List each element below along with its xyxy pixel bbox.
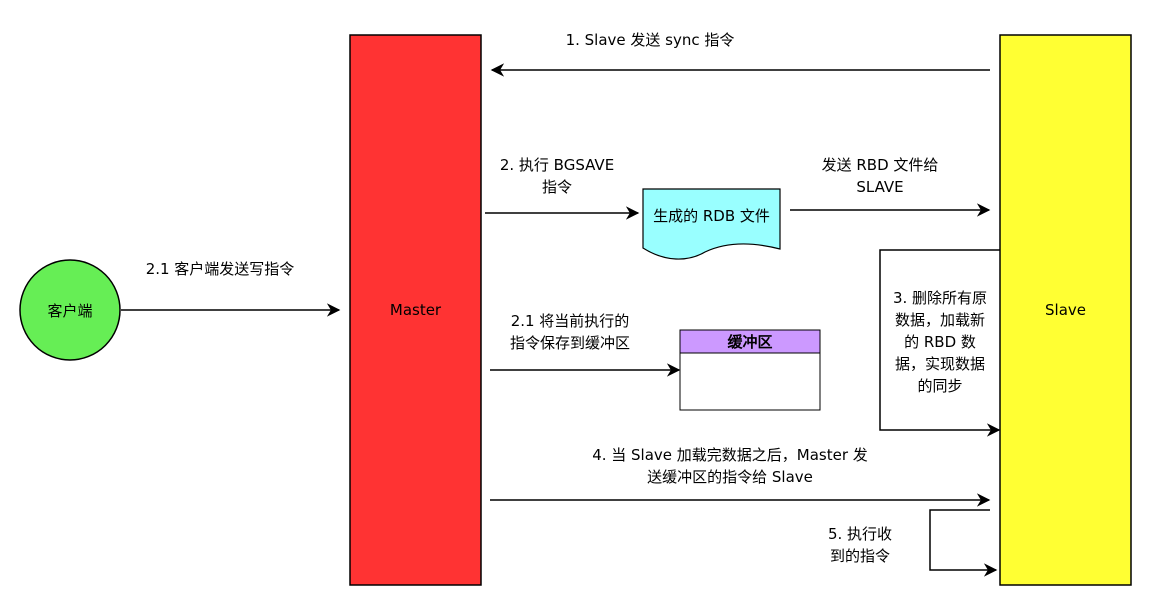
client-label: 客户端 — [47, 301, 93, 320]
buffer-label: 缓冲区 — [727, 333, 773, 351]
sync-label: 1. Slave 发送 sync 指令 — [565, 31, 735, 49]
save-buffer-label: 2.1 将当前执行的 指令保存到缓冲区 — [509, 312, 630, 352]
send-buffer-label: 4. 当 Slave 加载完数据之后，Master 发送缓冲区的指令给 Slav… — [592, 446, 868, 486]
exec-recv-label: 5. 执行收 到的指令 — [827, 525, 893, 565]
bgsave-label: 2. 执行 BGSAVE 指令 — [499, 156, 615, 196]
rdb-file-label: 生成的 RDB 文件 — [653, 206, 770, 225]
slave-label: Slave — [1045, 301, 1086, 319]
master-label: Master — [389, 301, 442, 319]
send-rbd-label: 发送 RBD 文件给 SLAVE — [821, 156, 939, 196]
delete-load-label: 3. 删除所有原 数据，加载新的 RBD 数据，实现数据 的同步 — [892, 289, 988, 395]
client-write-label: 2.1 客户端发送写指令 — [145, 260, 295, 278]
exec-recv-loop — [929, 509, 998, 577]
